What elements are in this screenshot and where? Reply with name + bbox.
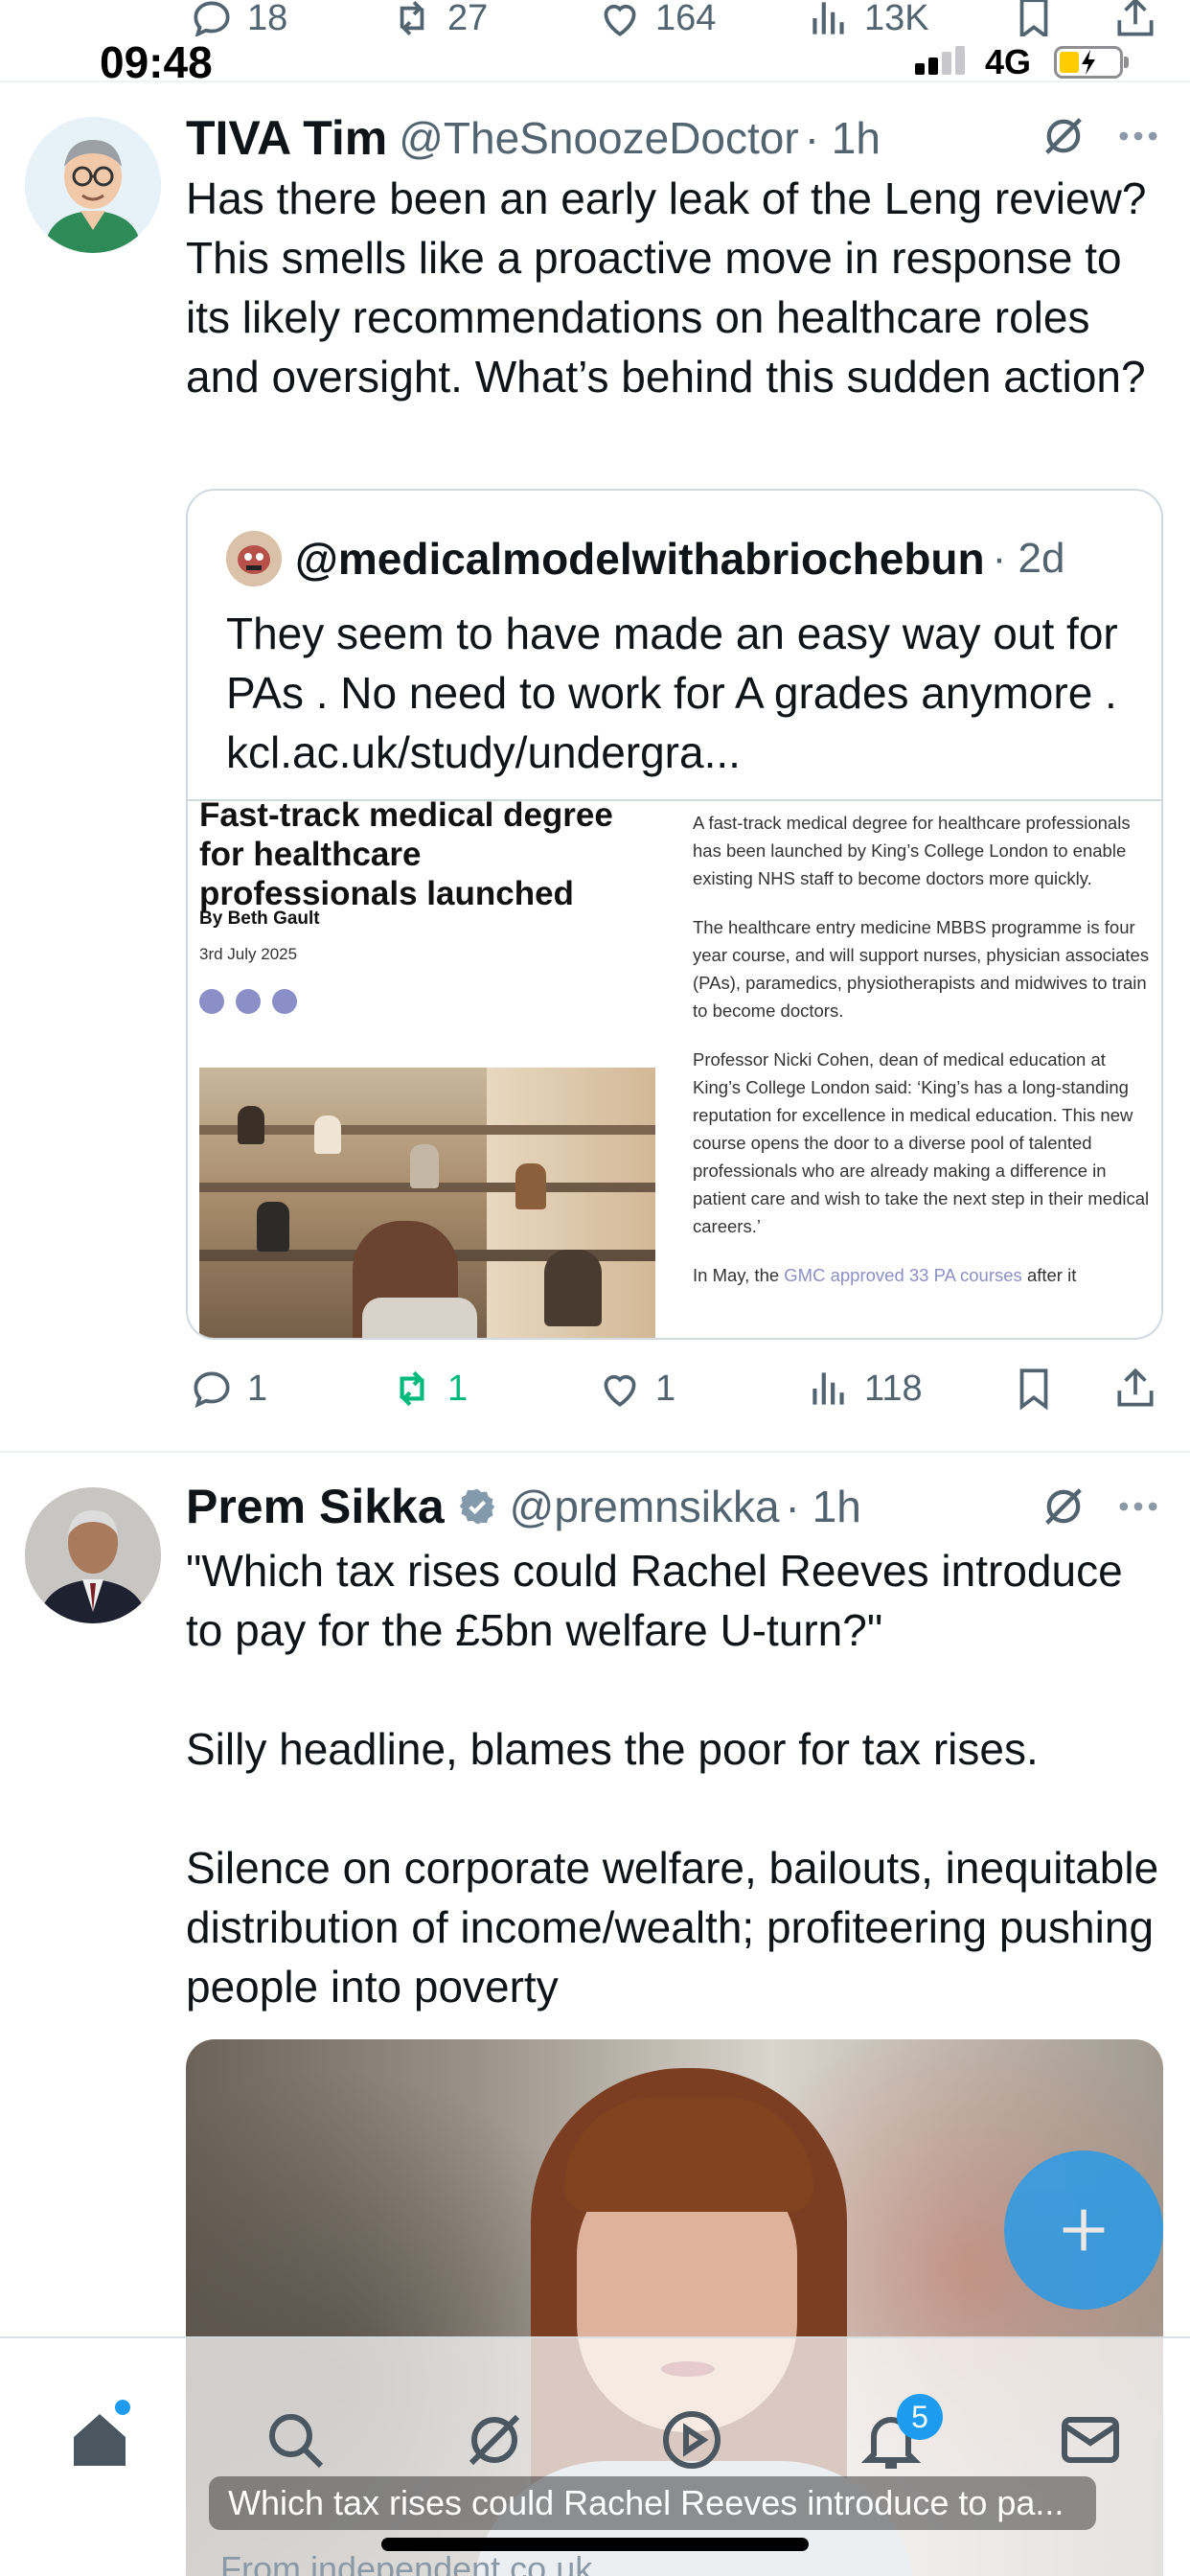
tweet-divider [0, 1451, 1190, 1453]
quote-header: @medicalmodelwithabriochebun · 2d [295, 527, 1157, 590]
speech-bubble-icon [194, 1371, 230, 1409]
home-indicator[interactable] [381, 2538, 809, 2551]
share-icon [1117, 1368, 1154, 1407]
lecture-hall-photo [199, 1068, 655, 1338]
article-social-icons [199, 989, 297, 1014]
plus-icon [1063, 2209, 1105, 2251]
tweet2-header: Prem Sikka @premnsikka · 1h [186, 1476, 1163, 1537]
prev-retweet-count: 27 [447, 0, 489, 38]
status-bar: 09:48 4G [0, 36, 1190, 87]
grok-icon [469, 2414, 520, 2466]
status-divider [0, 80, 1190, 82]
avatar-prem-sikka[interactable] [25, 1487, 161, 1623]
nav-notifications[interactable]: 5 [857, 2394, 943, 2479]
compose-button[interactable] [1004, 2150, 1163, 2310]
bookmark-icon [1019, 1368, 1048, 1411]
tweet1-like-button[interactable]: 1 [596, 1365, 675, 1413]
quote-author-handle[interactable]: @medicalmodelwithabriochebun [295, 533, 985, 585]
article-headline: Fast-track medical degree for healthcare… [199, 799, 613, 912]
cartoon-doctor-avatar [25, 117, 161, 253]
tweet1-author-name[interactable]: TIVA Tim [186, 110, 387, 166]
more-icon [1119, 1502, 1157, 1511]
article-paragraph-4: In May, the GMC approved 33 PA courses a… [693, 1261, 1151, 1289]
signal-icon [915, 46, 973, 75]
prev-views-count: 13K [864, 0, 929, 38]
article-byline: By Beth Gault [199, 908, 320, 929]
article-p4-end: after it [1026, 1265, 1077, 1285]
prev-reply-count: 18 [247, 0, 288, 38]
tweet2-author-name[interactable]: Prem Sikka [186, 1479, 445, 1534]
tweet1-bookmark-button[interactable] [1010, 1365, 1058, 1417]
bar-chart-icon [812, 1372, 844, 1405]
prev-like-count: 164 [655, 0, 717, 38]
envelope-icon [1062, 2417, 1119, 2463]
tweet2-text: "Which tax rises could Rachel Reeves int… [186, 1546, 1159, 2012]
article-gmc-link[interactable]: GMC approved 33 PA courses [784, 1265, 1022, 1285]
heart-icon [604, 1374, 636, 1407]
quote-article-image[interactable]: Fast-track medical degree for healthcare… [188, 799, 1161, 1338]
tweet1-reply-button[interactable]: 1 [188, 1365, 267, 1413]
brioche-avatar-icon [226, 531, 282, 586]
nav-home[interactable] [65, 2400, 134, 2479]
quote-avatar[interactable] [226, 531, 282, 586]
avatar-tiva-tim[interactable] [25, 117, 161, 253]
tweet1-timestamp[interactable]: · 1h [805, 112, 881, 164]
battery-icon [1054, 46, 1129, 79]
tweet1-share-button[interactable] [1111, 1365, 1159, 1417]
tweet1-retweet-button[interactable]: 1 [388, 1365, 468, 1413]
tweet2-timestamp[interactable]: · 1h [786, 1481, 861, 1532]
article-paragraph-1: A fast-track medical degree for healthca… [693, 813, 1131, 888]
article-paragraph-2: The healthcare entry medicine MBBS progr… [693, 917, 1150, 1021]
quote-tweet-card[interactable]: @medicalmodelwithabriochebun · 2d They s… [186, 489, 1163, 1340]
tweet2-author-handle[interactable]: @premnsikka [510, 1481, 780, 1532]
tweet1-author-handle[interactable]: @TheSnoozeDoctor [399, 112, 798, 164]
notifications-badge-count: 5 [911, 2399, 928, 2434]
quote-timestamp[interactable]: · 2d [993, 535, 1065, 583]
tweet1-header: TIVA Tim @TheSnoozeDoctor · 1h [186, 107, 1163, 169]
play-icon [663, 2411, 721, 2469]
man-portrait-avatar [25, 1487, 161, 1623]
tweet1-views-button[interactable]: 118 [805, 1365, 923, 1413]
link-card-title-text: Which tax rises could Rachel Reeves intr… [228, 2483, 1064, 2522]
email-icon[interactable] [236, 989, 261, 1014]
woman-fringe [564, 2097, 813, 2212]
search-icon [269, 2414, 324, 2469]
tweet1-more-button[interactable] [1113, 111, 1163, 166]
tweet1-retweet-count: 1 [447, 1368, 469, 1409]
article-paragraph-3: Professor Nicki Cohen, dean of medical e… [693, 1049, 1150, 1236]
nav-messages[interactable] [1056, 2405, 1125, 2479]
tweet2-grok-button[interactable] [1039, 1482, 1088, 1536]
tweet1-like-count: 1 [655, 1368, 676, 1409]
quote-text: They seem to have made an easy way out f… [226, 609, 1118, 777]
article-date: 3rd July 2025 [199, 945, 298, 963]
verified-badge-icon [459, 1488, 494, 1525]
more-icon [1119, 131, 1157, 141]
grok-icon [1045, 1488, 1082, 1525]
home-unread-dot [115, 2400, 130, 2415]
network-label: 4G [985, 42, 1032, 81]
tweet1-grok-button[interactable] [1039, 111, 1088, 166]
linkedin-icon[interactable] [199, 989, 224, 1014]
notifications-badge: 5 [897, 2394, 943, 2440]
tweet1-views-count: 118 [864, 1368, 923, 1409]
tweet1-text: Has there been an early leak of the Leng… [186, 173, 1147, 402]
nav-search[interactable] [261, 2405, 330, 2479]
link-card-title[interactable]: Which tax rises could Rachel Reeves intr… [209, 2476, 1096, 2530]
tweet1-reply-count: 1 [247, 1368, 268, 1409]
nav-grok[interactable] [460, 2405, 529, 2479]
nav-video[interactable] [657, 2405, 726, 2479]
retweet-icon [400, 1370, 424, 1407]
article-body: A fast-track medical degree for healthca… [693, 809, 1151, 1310]
article-p4-start: In May, the [693, 1265, 780, 1285]
link-card-source: From independent.co.uk [220, 2549, 593, 2576]
grok-icon [1045, 118, 1082, 154]
tweet2-more-button[interactable] [1113, 1482, 1163, 1536]
whatsapp-icon[interactable] [272, 989, 297, 1014]
home-icon [74, 2414, 126, 2466]
